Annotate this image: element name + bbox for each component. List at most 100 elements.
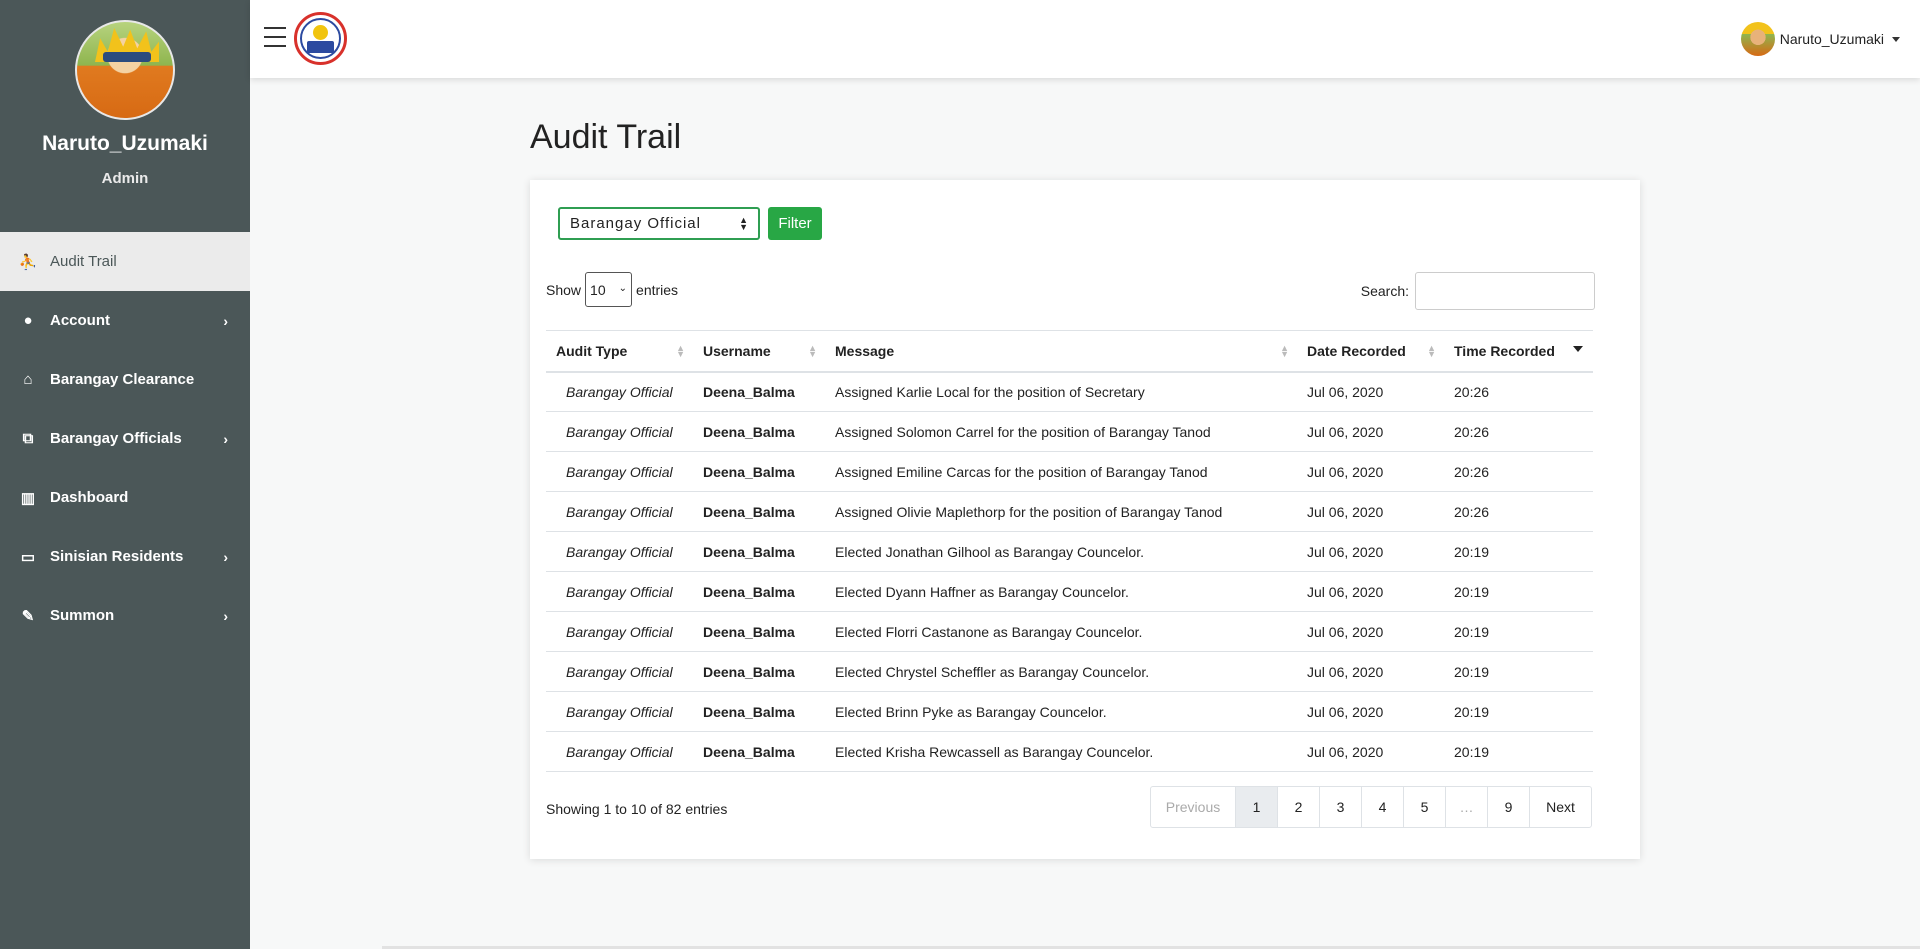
time-cell: 20:26	[1444, 451, 1593, 492]
search-input[interactable]	[1415, 272, 1595, 310]
column-header-username[interactable]: Username ▲ ▼	[693, 330, 825, 373]
username-cell: Deena_Balma	[693, 691, 825, 732]
audit-type-cell: Barangay Official	[546, 411, 693, 452]
sidebar-item-sinisian-residents[interactable]: ▭ Sinisian Residents ›	[0, 527, 250, 586]
username-cell: Deena_Balma	[693, 411, 825, 452]
date-cell: Jul 06, 2020	[1297, 691, 1444, 732]
date-cell: Jul 06, 2020	[1297, 731, 1444, 772]
table-search: Search:	[1361, 272, 1595, 310]
message-cell: Assigned Karlie Local for the position o…	[825, 371, 1297, 412]
username-cell: Deena_Balma	[693, 611, 825, 652]
message-cell: Elected Dyann Haffner as Barangay Counce…	[825, 571, 1297, 612]
audit-type-select[interactable]: Barangay Official ▲ ▼	[558, 207, 760, 240]
time-cell: 20:26	[1444, 491, 1593, 532]
search-label: Search:	[1360, 283, 1409, 299]
audit-type-cell: Barangay Official	[546, 651, 693, 692]
date-cell: Jul 06, 2020	[1297, 491, 1444, 532]
profile-role: Admin	[101, 170, 149, 187]
pagination-previous-button[interactable]: Previous	[1151, 787, 1235, 827]
filter-button[interactable]: Filter	[768, 207, 822, 240]
message-cell: Elected Krisha Rewcassell as Barangay Co…	[825, 731, 1297, 772]
sitemap-icon: ⧉	[22, 430, 34, 447]
sidebar-item-barangay-clearance[interactable]: ⌂ Barangay Clearance	[0, 350, 250, 409]
pagination-page-5[interactable]: 5	[1403, 787, 1445, 827]
time-cell: 20:19	[1444, 691, 1593, 732]
message-cell: Elected Jonathan Gilhool as Barangay Cou…	[825, 531, 1297, 572]
sidebar-item-label: Sinisian Residents	[50, 548, 184, 565]
table-body: Barangay Official Deena_Balma Assigned Kar…	[546, 371, 1593, 772]
audit-type-select-value: Barangay Official	[570, 215, 701, 232]
column-header-label: Username	[703, 342, 771, 359]
table-row: Barangay Official Deena_Balma Assigned Kar…	[546, 371, 1593, 412]
audit-type-cell: Barangay Official	[546, 531, 693, 572]
date-cell: Jul 06, 2020	[1297, 611, 1444, 652]
table-row: Barangay Official Deena_Balma Assigned Sol…	[546, 411, 1593, 452]
column-header-audit-type[interactable]: Audit Type ▲ ▼	[546, 330, 693, 373]
pagination-page-2[interactable]: 2	[1277, 787, 1319, 827]
sidebar-profile: Naruto_Uzumaki Admin	[0, 0, 250, 232]
username-cell: Deena_Balma	[693, 371, 825, 412]
time-cell: 20:19	[1444, 611, 1593, 652]
column-header-label: Message	[835, 342, 895, 359]
sidebar-nav: ⛹ Audit Trail ● Account › ⌂ Barangay Clearance…	[0, 232, 250, 645]
pagination-ellipsis: …	[1445, 787, 1487, 827]
select-arrows-icon: ▲ ▼	[739, 215, 749, 232]
username-cell: Deena_Balma	[693, 531, 825, 572]
time-cell: 20:19	[1444, 531, 1593, 572]
table-row: Barangay Official Deena_Balma Elected Flor…	[546, 611, 1593, 652]
pagination-page-1[interactable]: 1	[1235, 787, 1277, 827]
sidebar-item-barangay-officials[interactable]: ⧉ Barangay Officials ›	[0, 409, 250, 468]
sort-desc-icon	[1573, 346, 1583, 352]
audit-table: Audit Type ▲ ▼ Username ▲ ▼ Message ▲ ▼ Date Reco…	[546, 330, 1593, 772]
column-header-date-recorded[interactable]: Date Recorded ▲ ▼	[1297, 330, 1444, 373]
caret-down-icon	[1892, 36, 1900, 42]
pagination-next-button[interactable]: Next	[1529, 787, 1591, 827]
audit-type-cell: Barangay Official	[546, 491, 693, 532]
sidebar-item-summon[interactable]: ✎ Summon ›	[0, 586, 250, 645]
sidebar-item-account[interactable]: ● Account ›	[0, 291, 250, 350]
sidebar-item-label: Barangay Officials	[50, 430, 182, 447]
date-cell: Jul 06, 2020	[1297, 371, 1444, 412]
username-cell: Deena_Balma	[693, 651, 825, 692]
column-header-label: Time Recorded	[1454, 342, 1555, 359]
sort-icon: ▲ ▼	[676, 343, 685, 359]
edit-icon: ✎	[21, 607, 35, 625]
entries-length-select[interactable]: 10 ⌄	[585, 272, 633, 307]
time-cell: 20:26	[1444, 371, 1593, 412]
table-row: Barangay Official Deena_Balma Elected Kris…	[546, 731, 1593, 772]
chart-icon: ▥	[20, 489, 36, 507]
username-cell: Deena_Balma	[693, 491, 825, 532]
audit-icon: ⛹	[18, 253, 38, 271]
sidebar-item-audit-trail[interactable]: ⛹ Audit Trail	[0, 232, 250, 291]
pagination-page-3[interactable]: 3	[1319, 787, 1361, 827]
sort-icon: ▲ ▼	[808, 343, 817, 359]
user-icon: ●	[23, 312, 33, 329]
id-card-icon: ▭	[20, 548, 36, 566]
audit-card: Barangay Official ▲ ▼ Filter Show 10 ⌄ en…	[530, 180, 1640, 859]
user-menu[interactable]: Naruto_Uzumaki	[1740, 22, 1900, 56]
pagination-page-9[interactable]: 9	[1487, 787, 1529, 827]
profile-avatar	[75, 20, 175, 120]
date-cell: Jul 06, 2020	[1297, 651, 1444, 692]
sidebar-item-dashboard[interactable]: ▥ Dashboard	[0, 468, 250, 527]
date-cell: Jul 06, 2020	[1297, 451, 1444, 492]
chevron-right-icon: ›	[223, 312, 228, 329]
user-avatar	[1740, 22, 1775, 56]
pagination-page-4[interactable]: 4	[1361, 787, 1403, 827]
column-header-time-recorded[interactable]: Time Recorded	[1444, 330, 1593, 373]
message-cell: Assigned Emiline Carcas for the position…	[825, 451, 1297, 492]
date-cell: Jul 06, 2020	[1297, 411, 1444, 452]
entries-label: entries	[636, 281, 679, 298]
message-cell: Elected Florri Castanone as Barangay Cou…	[825, 611, 1297, 652]
table-header-row: Audit Type ▲ ▼ Username ▲ ▼ Message ▲ ▼ Date Reco…	[546, 330, 1593, 373]
barangay-logo[interactable]	[294, 12, 347, 65]
hamburger-menu-icon[interactable]	[264, 27, 286, 47]
chevron-down-icon: ⌄	[618, 283, 628, 294]
audit-type-cell: Barangay Official	[546, 371, 693, 412]
sidebar-item-label: Summon	[50, 607, 115, 624]
chevron-right-icon: ›	[223, 607, 228, 624]
chevron-right-icon: ›	[223, 430, 228, 447]
column-header-message[interactable]: Message ▲ ▼	[825, 330, 1297, 373]
date-cell: Jul 06, 2020	[1297, 531, 1444, 572]
audit-type-cell: Barangay Official	[546, 451, 693, 492]
